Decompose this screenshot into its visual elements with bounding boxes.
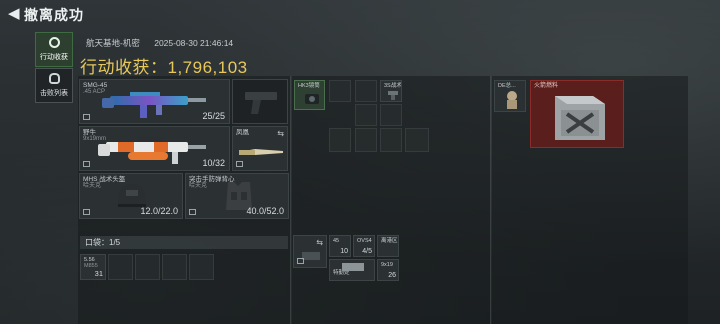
safebox-item[interactable]: DE总... <box>494 80 526 112</box>
rig-empty-slot[interactable] <box>329 128 351 152</box>
grip-icon <box>388 91 398 100</box>
ammo-count: 10/32 <box>202 158 225 168</box>
helmet-slot[interactable]: MHS 战术头盔 哈夫克 12.0/22.0 <box>79 173 183 219</box>
tab-label: 行动收获 <box>40 54 68 61</box>
item-count: 4/5 <box>362 248 372 255</box>
fuel-canister-icon <box>555 96 605 140</box>
melee-slot[interactable]: 凤凰 ⇆ <box>232 126 288 171</box>
backpack-item[interactable]: 9x19 26 <box>377 259 399 281</box>
pocket-empty-slot[interactable] <box>189 254 214 280</box>
item-tag-icon <box>236 161 243 167</box>
rig-item[interactable]: 3S战术 <box>380 80 402 102</box>
tab-label: 击败列表 <box>40 90 68 97</box>
pocket-item[interactable]: 5.56 M855 31 <box>80 254 106 280</box>
rig-item[interactable]: HK3镜筒 <box>294 80 325 110</box>
pocket-empty-slot[interactable] <box>108 254 133 280</box>
pocket-label: 口袋：1/5 <box>80 236 288 249</box>
item-count: 26 <box>388 272 396 279</box>
skull-icon <box>48 73 60 84</box>
rig-empty-slot[interactable] <box>355 104 377 126</box>
panel-divider <box>290 76 291 324</box>
tab-kill-list[interactable]: 击败列表 <box>35 68 73 103</box>
rig-empty-slot[interactable] <box>355 80 377 102</box>
armor-vest-slot[interactable]: 突击手防弹背心 哈夫克 40.0/52.0 <box>185 173 289 219</box>
smg-icon <box>102 92 206 118</box>
primary-weapon-slot[interactable]: SMG-45 .45 ACP 25/25 <box>79 79 230 124</box>
backpack-item[interactable]: 特勤处 <box>329 259 375 281</box>
rig-empty-slot[interactable] <box>329 80 351 102</box>
item-name: 离港区 <box>381 238 398 244</box>
item-tag-icon <box>83 209 90 215</box>
document-icon <box>342 263 364 271</box>
tab-operation-gains[interactable]: 行动收获 <box>35 32 73 67</box>
item-name: 火箭燃料 <box>534 83 559 89</box>
target-icon <box>48 37 60 48</box>
match-info: 航天基地-机密 2025-08-30 21:46:14 <box>86 37 245 49</box>
item-name: 野牛 <box>83 129 96 136</box>
rig-empty-slot[interactable] <box>405 128 429 152</box>
panel-divider <box>490 76 491 324</box>
item-name: 9x19 <box>381 262 393 268</box>
item-tag-icon <box>189 209 196 215</box>
durability: 40.0/52.0 <box>246 206 284 216</box>
item-name: HK3镜筒 <box>298 83 320 89</box>
item-brand: 哈夫克 <box>83 183 102 189</box>
item-tag-icon <box>83 161 90 167</box>
secondary-weapon-slot[interactable]: 野牛 9x19mm 10/32 <box>79 126 230 171</box>
swap-icon[interactable]: ⇆ <box>277 129 284 138</box>
rig-empty-slot[interactable] <box>355 128 377 152</box>
item-count: 31 <box>94 269 103 278</box>
item-name: 凤凰 <box>236 129 249 136</box>
backpack-slot[interactable]: ⇆ <box>293 235 327 268</box>
page-title: 撤离成功 <box>24 7 84 23</box>
durability: 12.0/22.0 <box>140 206 178 216</box>
pocket-empty-slot[interactable] <box>135 254 160 280</box>
rig-empty-slot[interactable] <box>380 128 402 152</box>
item-brand: 哈夫克 <box>189 183 208 189</box>
back-arrow-icon[interactable]: ◀ <box>8 6 20 22</box>
rig-empty-slot[interactable] <box>380 104 402 126</box>
ammo-count: 25/25 <box>202 111 225 121</box>
map-name: 航天基地-机密 <box>86 38 140 48</box>
item-name: 45 <box>333 238 340 244</box>
backpack-item[interactable]: 离港区 <box>377 235 399 257</box>
sidearm-slot[interactable] <box>232 79 288 124</box>
knife-icon <box>239 149 283 155</box>
item-tag-icon <box>297 258 304 264</box>
earnings-total: 行动收获：1,796,103 <box>80 58 248 77</box>
backpack-item[interactable]: OVS4 4/5 <box>353 235 375 257</box>
statue-icon <box>507 91 517 109</box>
bizon-smg-icon <box>98 137 206 164</box>
pocket-empty-slot[interactable] <box>162 254 187 280</box>
item-count: 10 <box>340 248 348 255</box>
safebox-item-rare[interactable]: 火箭燃料 <box>530 80 624 148</box>
backpack-item[interactable]: 45 10 <box>329 235 351 257</box>
item-name: OVS4 <box>357 238 372 244</box>
swap-icon[interactable]: ⇆ <box>316 238 323 247</box>
item-tag-icon <box>83 114 90 120</box>
scope-icon <box>305 94 319 104</box>
pistol-icon <box>245 92 277 114</box>
match-datetime: 2025-08-30 21:46:14 <box>154 38 234 48</box>
